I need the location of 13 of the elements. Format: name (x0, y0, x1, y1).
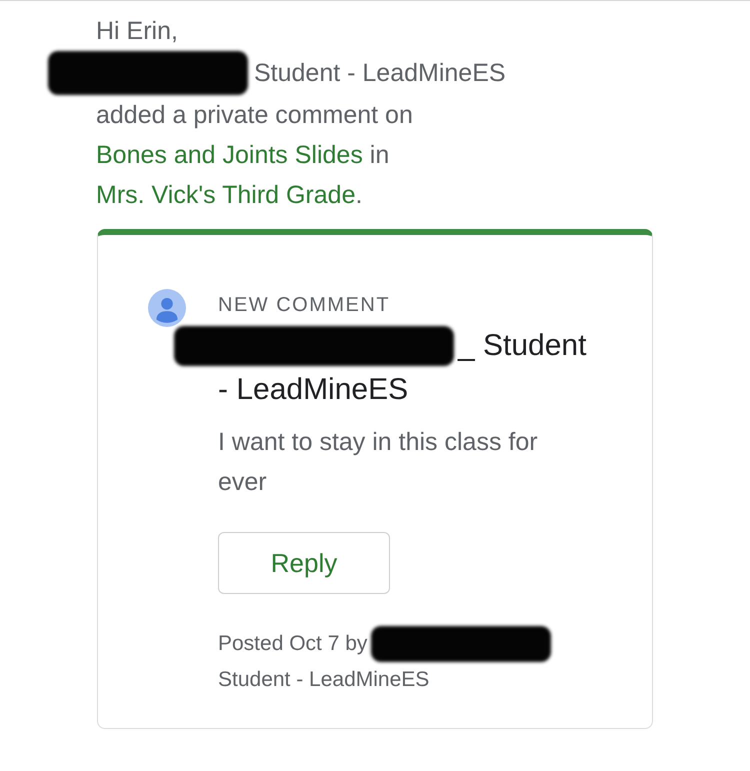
author-school: - LeadMineES (218, 372, 408, 408)
assignment-link[interactable]: Bones and Joints Slides (96, 141, 363, 169)
author-name: _ Student (458, 328, 586, 364)
posted-text: Posted Oct 7 by (218, 632, 368, 655)
posted-author: Student - LeadMineES (218, 668, 430, 692)
avatar-icon (148, 289, 186, 327)
greeting-text: Hi Erin, (96, 16, 179, 47)
reply-button[interactable]: Reply (218, 532, 390, 594)
sender-text: Student - LeadMineES (254, 58, 506, 89)
notification-text: added a private comment on Bones and Joints Slides in Mrs. Vick's Third Grade. (96, 100, 414, 211)
comment-text: I want to stay in this class for ever (218, 427, 539, 498)
class-link[interactable]: Mrs. Vick's Third Grade (96, 181, 356, 209)
comment-label: NEW COMMENT (218, 293, 390, 318)
